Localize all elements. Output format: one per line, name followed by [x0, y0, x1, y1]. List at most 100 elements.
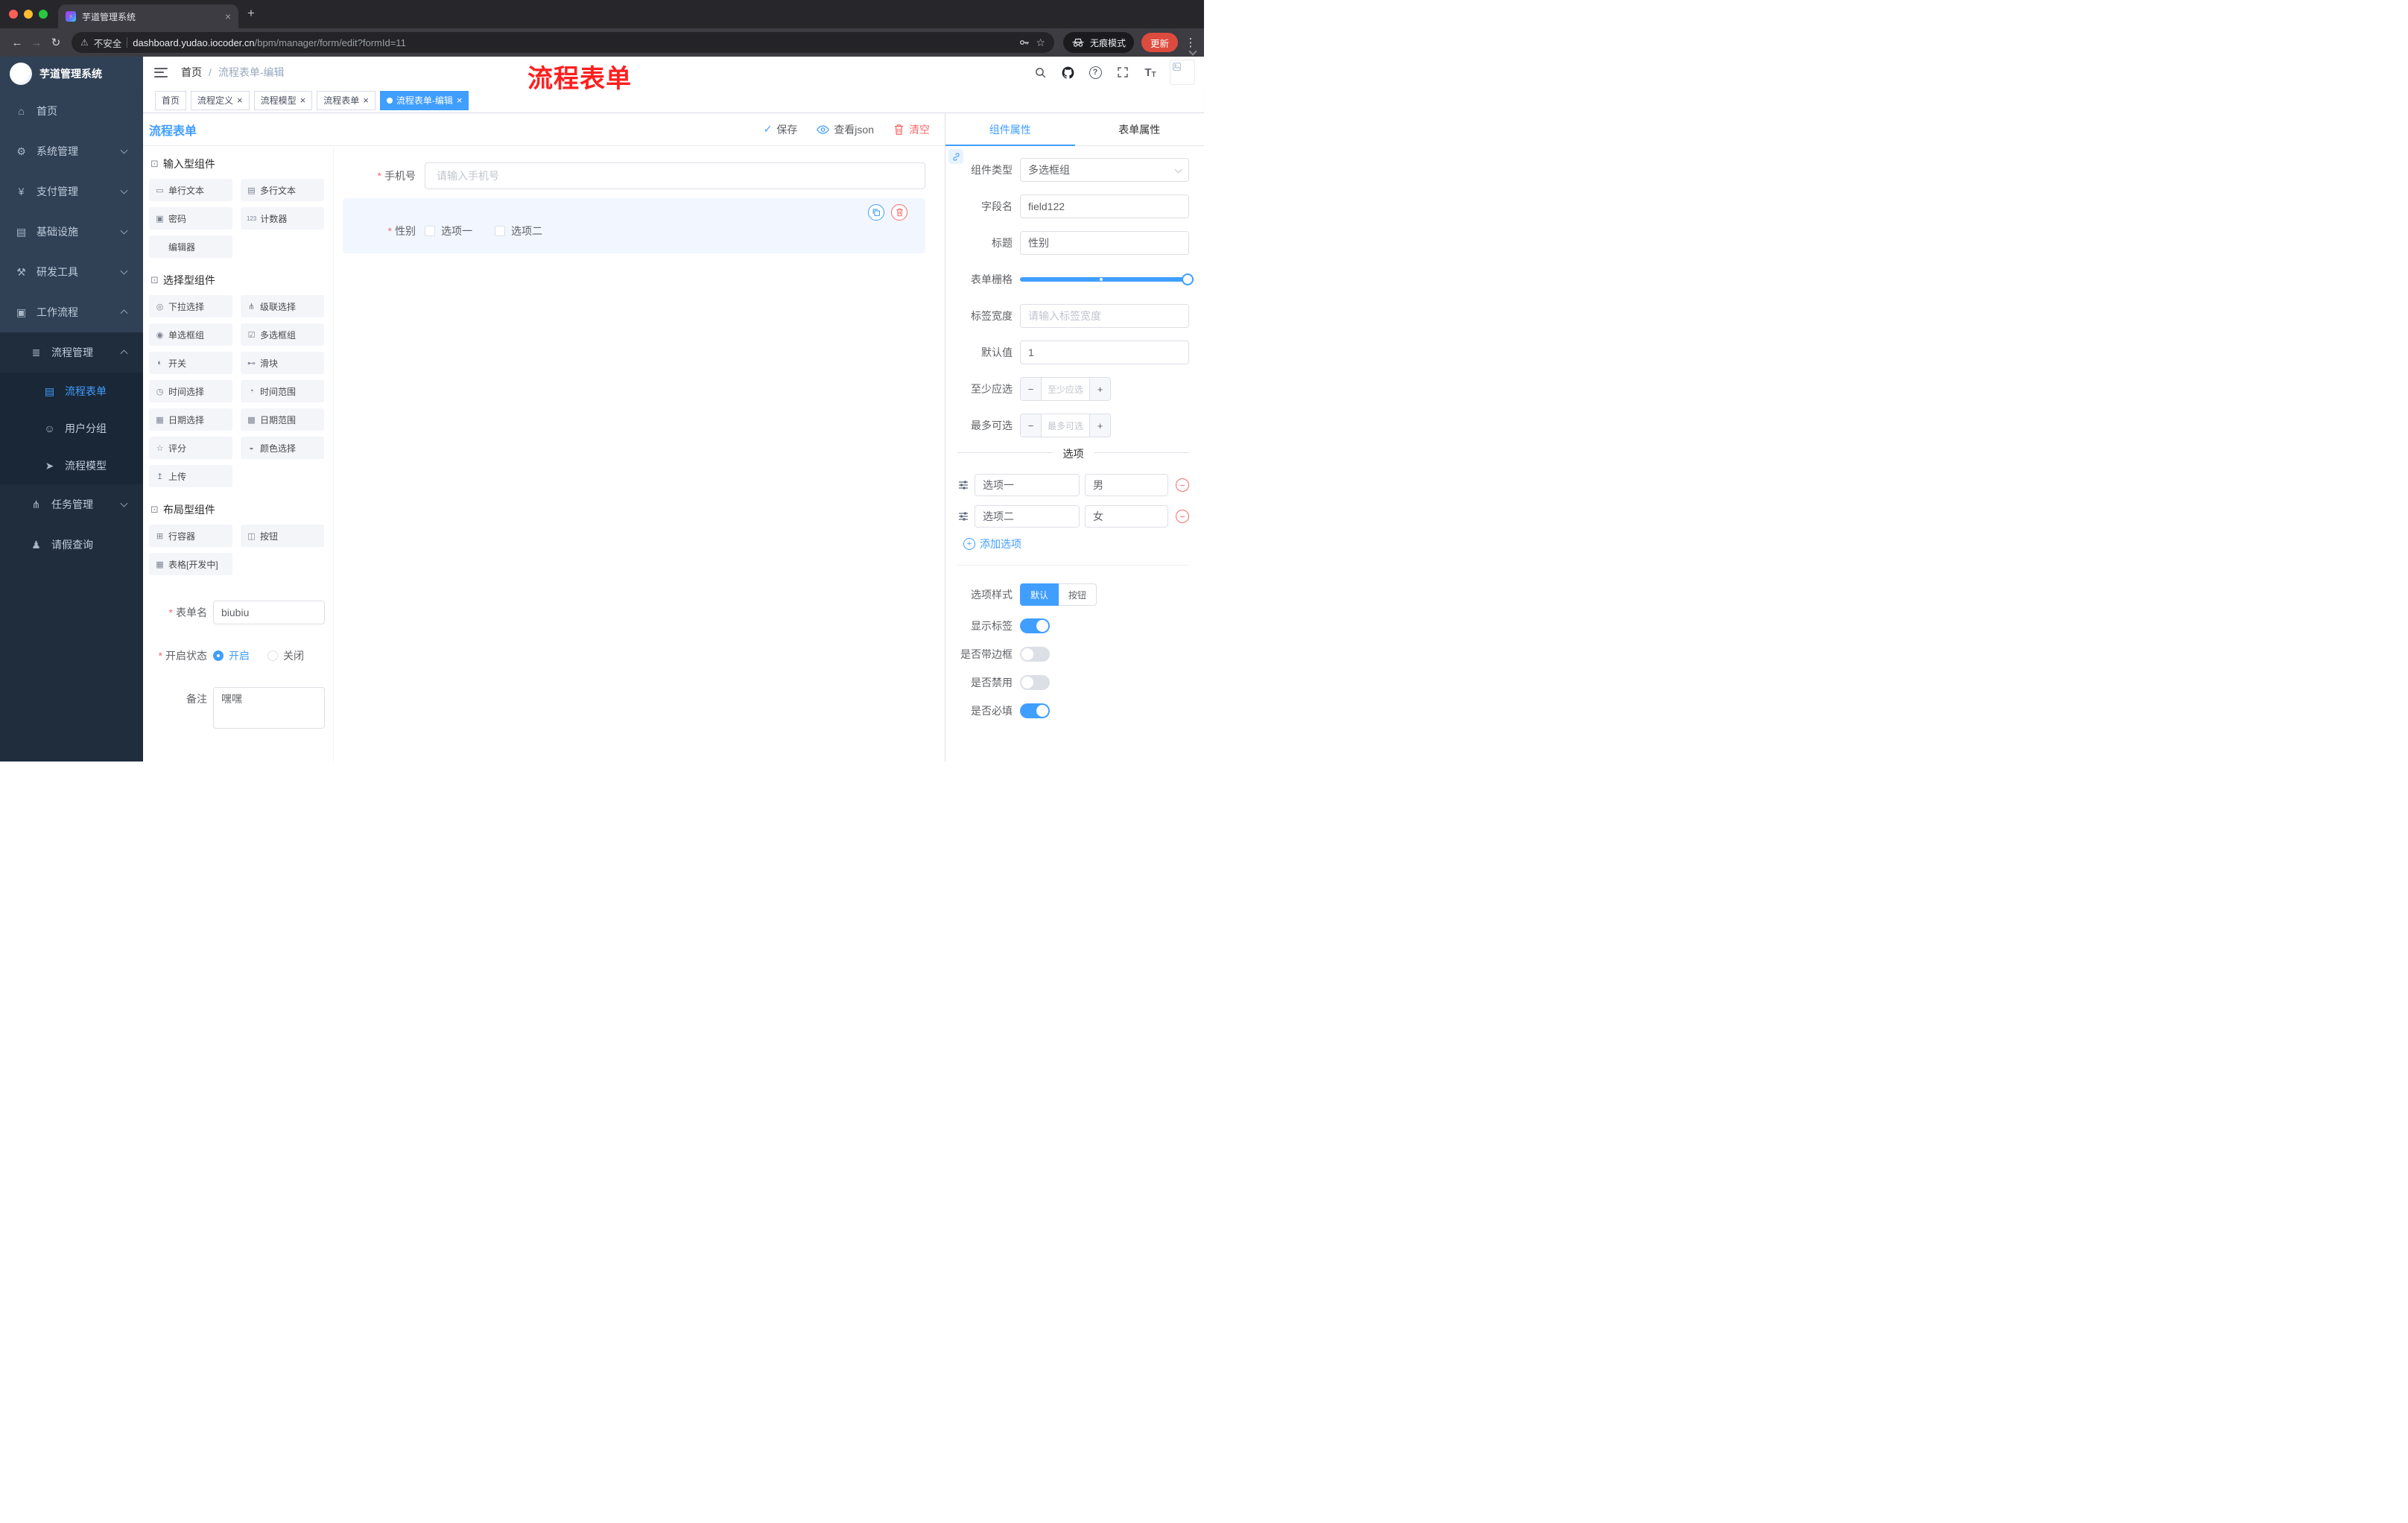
palette-item-editor[interactable]: 编辑器 — [149, 235, 232, 258]
option-value-input[interactable] — [1085, 505, 1168, 528]
palette-item-single-line-text[interactable]: ▭ 单行文本 — [149, 179, 232, 201]
sidebar-item-process-management[interactable]: ≣ 流程管理 — [0, 332, 143, 373]
remove-option-button[interactable]: − — [1176, 478, 1189, 492]
radio-on[interactable]: 开启 — [213, 648, 250, 663]
copy-field-button[interactable] — [868, 204, 884, 221]
grid-slider[interactable] — [1020, 267, 1194, 291]
hamburger-icon[interactable] — [154, 67, 168, 77]
view-json-button[interactable]: 查看json — [817, 122, 874, 137]
sidebar-item-home[interactable]: ⌂ 首页 — [0, 91, 143, 131]
remove-option-button[interactable]: − — [1176, 510, 1189, 523]
browser-menu-icon[interactable]: ⋮ — [1185, 36, 1197, 49]
app-logo[interactable]: 芋道管理系统 — [0, 57, 143, 91]
show-label-switch[interactable] — [1020, 618, 1050, 633]
minimize-window-button[interactable] — [24, 10, 33, 19]
breadcrumb-home[interactable]: 首页 — [181, 65, 202, 80]
bookmark-star-icon[interactable]: ☆ — [1036, 37, 1045, 49]
security-label[interactable]: 不安全 — [94, 36, 122, 50]
component-type-select[interactable]: 多选框组 — [1020, 158, 1189, 182]
palette-item-button[interactable]: ◫ 按钮 — [241, 525, 324, 547]
sidebar-item-process-model[interactable]: ➤ 流程模型 — [0, 447, 143, 484]
close-icon[interactable]: × — [237, 95, 243, 105]
reload-icon[interactable]: ↻ — [46, 36, 66, 49]
option-label-input[interactable] — [975, 505, 1080, 528]
border-switch[interactable] — [1020, 647, 1050, 662]
maximize-window-button[interactable] — [39, 10, 48, 19]
help-icon[interactable]: ? — [1084, 61, 1106, 83]
close-window-button[interactable] — [9, 10, 18, 19]
link-button[interactable] — [948, 149, 963, 164]
palette-item-checkbox-group[interactable]: ☑ 多选框组 — [241, 323, 324, 346]
save-button[interactable]: ✓ 保存 — [764, 122, 798, 137]
checkbox-option2[interactable]: 选项二 — [495, 224, 542, 238]
palette-item-date-range[interactable]: ▩ 日期范围 — [241, 408, 324, 431]
palette-item-multi-line-text[interactable]: ▤ 多行文本 — [241, 179, 324, 201]
palette-item-upload[interactable]: ↥ 上传 — [149, 465, 232, 487]
new-tab-button[interactable]: + — [247, 6, 255, 21]
radio-off[interactable]: 关闭 — [267, 648, 304, 663]
palette-item-counter[interactable]: 123 计数器 — [241, 207, 324, 229]
palette-item-slider[interactable]: ⊷ 滑块 — [241, 352, 324, 374]
tab-component-props[interactable]: 组件属性 — [945, 113, 1075, 145]
drag-handle-icon[interactable] — [957, 510, 969, 522]
field-gender-selected[interactable]: 性别 选项一 选项二 — [343, 198, 925, 253]
option-label-input[interactable] — [975, 474, 1080, 496]
avatar[interactable] — [1170, 60, 1195, 85]
slider-handle[interactable] — [1182, 273, 1194, 285]
option-value-input[interactable] — [1085, 474, 1168, 496]
drag-handle-icon[interactable] — [957, 479, 969, 491]
field-name-input[interactable] — [1020, 194, 1189, 218]
tag-home[interactable]: 首页 — [155, 90, 187, 110]
max-select-placeholder[interactable]: 最多可选 — [1042, 414, 1089, 437]
delete-field-button[interactable] — [891, 204, 907, 221]
address-bar[interactable]: ⚠ 不安全 dashboard.yudao.iocoder.cn/bpm/man… — [72, 32, 1054, 53]
increase-button[interactable]: + — [1089, 378, 1110, 400]
palette-item-date-picker[interactable]: ▦ 日期选择 — [149, 408, 232, 431]
decrease-button[interactable]: − — [1021, 378, 1042, 400]
decrease-button[interactable]: − — [1021, 414, 1042, 437]
form-remark-input[interactable]: 嘿嘿 — [213, 687, 325, 729]
palette-item-table[interactable]: ▦ 表格[开发中] — [149, 553, 232, 575]
phone-input[interactable] — [425, 162, 925, 189]
sidebar-item-task-management[interactable]: ⋔ 任务管理 — [0, 484, 143, 525]
sidebar-item-payment-management[interactable]: ¥ 支付管理 — [0, 171, 143, 212]
search-icon[interactable] — [1029, 61, 1051, 83]
tag-process-model[interactable]: 流程模型 × — [253, 90, 313, 110]
back-icon[interactable]: ← — [7, 37, 27, 49]
sidebar-item-leave-query[interactable]: ♟ 请假查询 — [0, 525, 143, 565]
forward-icon[interactable]: → — [27, 37, 46, 49]
tag-process-form[interactable]: 流程表单 × — [317, 90, 376, 110]
title-input[interactable] — [1020, 231, 1189, 255]
sidebar-item-dev-tools[interactable]: ⚒ 研发工具 — [0, 252, 143, 292]
palette-item-time-picker[interactable]: ◷ 时间选择 — [149, 380, 232, 402]
tag-process-definition[interactable]: 流程定义 × — [191, 90, 250, 110]
sidebar-item-workflow[interactable]: ▣ 工作流程 — [0, 292, 143, 332]
clear-button[interactable]: 清空 — [893, 122, 930, 137]
fullscreen-icon[interactable] — [1112, 61, 1134, 83]
close-icon[interactable]: × — [300, 95, 306, 105]
label-width-input[interactable] — [1020, 304, 1189, 328]
sidebar-item-user-group[interactable]: ☺ 用户分组 — [0, 410, 143, 447]
add-option-button[interactable]: + 添加选项 — [963, 536, 1189, 551]
palette-item-color-picker[interactable]: ◒ 颜色选择 — [241, 437, 324, 459]
checkbox-option1[interactable]: 选项一 — [425, 224, 472, 238]
palette-item-switch[interactable]: ◐ 开关 — [149, 352, 232, 374]
update-button[interactable]: 更新 — [1141, 33, 1178, 52]
palette-item-select[interactable]: ◎ 下拉选择 — [149, 295, 232, 317]
required-switch[interactable] — [1020, 703, 1050, 718]
increase-button[interactable]: + — [1089, 414, 1110, 437]
palette-item-rate[interactable]: ☆ 评分 — [149, 437, 232, 459]
form-name-input[interactable] — [213, 601, 325, 624]
close-icon[interactable]: × — [363, 95, 369, 105]
key-icon[interactable] — [1018, 37, 1030, 48]
palette-item-time-range[interactable]: ◔ 时间范围 — [241, 380, 324, 402]
close-icon[interactable]: × — [457, 95, 463, 105]
github-icon[interactable] — [1056, 61, 1079, 83]
sidebar-item-infrastructure[interactable]: ▤ 基础设施 — [0, 212, 143, 252]
tag-process-form-edit[interactable]: 流程表单-编辑 × — [379, 90, 469, 110]
palette-item-row-container[interactable]: ⊞ 行容器 — [149, 525, 232, 547]
field-phone[interactable]: 手机号 — [343, 162, 925, 189]
style-button-button[interactable]: 按钮 — [1059, 583, 1097, 606]
palette-item-radio-group[interactable]: ◉ 单选框组 — [149, 323, 232, 346]
tab-close-icon[interactable]: × — [225, 11, 231, 22]
